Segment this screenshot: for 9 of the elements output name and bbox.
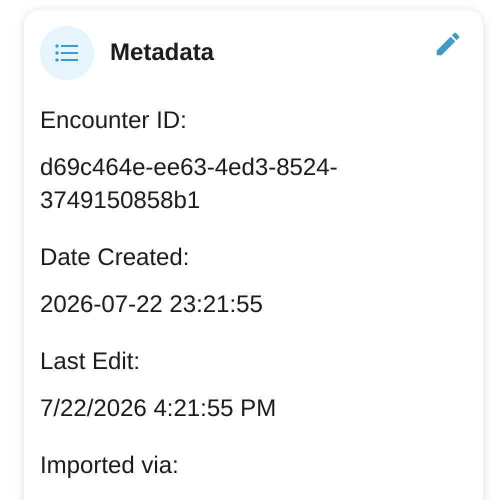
field-value: 2026-07-22 23:21:55 xyxy=(40,290,264,320)
field-value: d69c464e-ee63-4ed3-8524-3749150858b1 xyxy=(40,153,339,216)
field-label: Date Created: xyxy=(40,243,190,273)
card-title: Metadata xyxy=(110,39,216,67)
field-label: Encounter ID: xyxy=(40,106,188,136)
list-icon xyxy=(55,43,79,63)
field-value: 7/22/2026 4:21:55 PM xyxy=(40,394,278,424)
field-label: Last Edit: xyxy=(40,347,142,377)
field-label: Imported via: xyxy=(40,451,180,481)
